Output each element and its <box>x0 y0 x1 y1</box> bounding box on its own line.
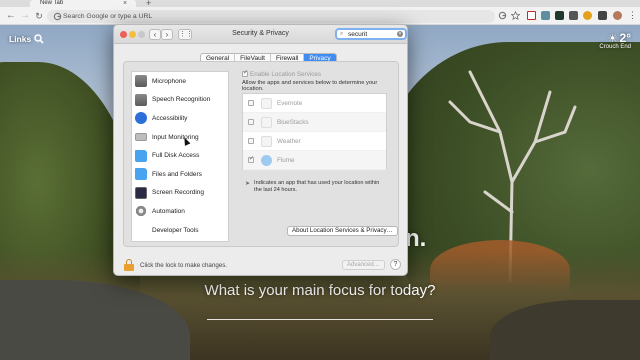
extension-red-icon[interactable] <box>527 11 536 20</box>
list-item-label: Input Monitoring <box>152 133 199 141</box>
google-g-icon[interactable] <box>498 11 507 20</box>
app-location-checkbox[interactable] <box>248 155 254 163</box>
google-g-icon <box>53 12 62 21</box>
list-item[interactable]: BlueStacks <box>243 113 386 132</box>
list-item-label: Microphone <box>152 77 186 85</box>
speech-recognition-icon <box>135 93 147 106</box>
tab-title: New Tab <box>40 0 64 6</box>
privacy-item-screen-recording[interactable]: Screen Recording <box>132 184 228 203</box>
preferences-search-field[interactable]: ⌕ × <box>335 28 407 40</box>
list-item-label: Developer Tools <box>152 226 199 234</box>
microphone-icon <box>135 75 147 88</box>
list-item[interactable]: Evernote <box>243 94 386 113</box>
flume-app-icon <box>261 154 272 166</box>
privacy-pane: Microphone Speech Recognition Accessibil… <box>123 61 399 247</box>
lock-icon[interactable] <box>124 259 134 271</box>
forward-arrow-icon[interactable]: → <box>19 10 31 22</box>
folder-icon <box>135 149 147 162</box>
privacy-category-list[interactable]: Microphone Speech Recognition Accessibil… <box>131 71 229 242</box>
extension-dark-icon[interactable] <box>555 11 564 20</box>
app-location-checkbox[interactable] <box>248 119 254 125</box>
lock-body <box>124 264 134 271</box>
app-name: Evernote <box>277 99 303 107</box>
focus-input-underline[interactable] <box>207 319 433 320</box>
keyboard-icon <box>135 133 147 142</box>
extension-orange-icon[interactable] <box>583 11 592 20</box>
about-location-services-button[interactable]: About Location Services & Privacy… <box>287 226 398 236</box>
window-footer: Click the lock to make changes. Advanced… <box>114 255 407 275</box>
more-menu-icon[interactable]: ⋮ <box>628 10 637 20</box>
app-name: Weather <box>277 137 301 145</box>
list-item-label: Full Disk Access <box>152 152 200 160</box>
app-name: Flume <box>277 156 295 164</box>
document-icon <box>261 135 272 147</box>
list-item[interactable]: Weather <box>243 132 386 151</box>
app-location-checkbox[interactable] <box>248 138 254 144</box>
location-services-panel: Enable Location Services Allow the apps … <box>242 69 398 236</box>
app-name: BlueStacks <box>277 118 309 126</box>
list-item-label: Screen Recording <box>152 189 205 197</box>
privacy-item-files-and-folders[interactable]: Files and Folders <box>132 165 228 184</box>
recent-location-text: Indicates an app that has used your loca… <box>254 180 380 193</box>
list-item-label: Automation <box>152 207 185 215</box>
recent-location-note: ➤ Indicates an app that has used your lo… <box>242 180 387 194</box>
enable-location-checkbox[interactable] <box>242 69 248 78</box>
new-tab-icon[interactable]: + <box>146 0 151 8</box>
tab-close-icon[interactable]: × <box>123 0 127 7</box>
back-arrow-icon[interactable]: ← <box>5 10 17 22</box>
lock-instruction: Click the lock to make changes. <box>140 262 228 269</box>
privacy-item-microphone[interactable]: Microphone <box>132 72 228 91</box>
extension-grey-icon[interactable] <box>569 11 578 20</box>
weather-temperature: 2° <box>619 31 631 45</box>
greeting-fragment: n. <box>405 225 427 252</box>
extension-teal-icon[interactable] <box>541 11 550 20</box>
address-bar[interactable]: Search Google or type a URL <box>47 10 495 23</box>
list-item[interactable]: Flume <box>243 151 386 170</box>
document-icon <box>261 116 272 128</box>
list-item-label: Speech Recognition <box>152 96 211 104</box>
accessibility-icon <box>135 112 147 125</box>
privacy-item-accessibility[interactable]: Accessibility <box>132 109 228 128</box>
profile-avatar[interactable] <box>613 11 622 20</box>
privacy-item-full-disk-access[interactable]: Full Disk Access <box>132 146 228 165</box>
app-location-checkbox[interactable] <box>248 100 254 106</box>
reload-icon[interactable]: ↻ <box>33 10 45 22</box>
developer-tools-icon <box>135 224 147 236</box>
help-button[interactable]: ? <box>390 259 401 270</box>
folder-icon <box>135 168 147 181</box>
enable-location-label: Enable Location Services <box>250 71 322 78</box>
address-bar-placeholder: Search Google or type a URL <box>63 13 153 20</box>
security-privacy-window: ‹ › ⋮⋮ Security & Privacy ⌕ × General Fi… <box>113 24 408 276</box>
privacy-item-developer-tools[interactable]: Developer Tools <box>132 221 228 240</box>
window-titlebar[interactable]: ‹ › ⋮⋮ Security & Privacy ⌕ × <box>114 25 407 44</box>
clear-search-icon[interactable]: × <box>397 31 403 37</box>
focus-question: What is your main focus for today? <box>204 282 436 299</box>
search-icon: ⌕ <box>340 31 344 37</box>
gear-icon <box>135 205 147 218</box>
links-button[interactable]: Links <box>9 34 31 44</box>
preferences-search-input[interactable] <box>348 30 398 38</box>
bookmark-star-icon[interactable] <box>511 11 520 20</box>
search-icon[interactable] <box>34 34 44 44</box>
browser-tab[interactable]: New Tab <box>30 0 136 7</box>
extensions-puzzle-icon[interactable] <box>598 11 607 20</box>
location-description: Allow the apps and services below to det… <box>242 80 378 92</box>
advanced-button[interactable]: Advanced… <box>342 260 385 270</box>
privacy-item-automation[interactable]: Automation <box>132 202 228 221</box>
privacy-item-speech-recognition[interactable]: Speech Recognition <box>132 91 228 110</box>
browser-toolbar: ← → ↻ Search Google or type a URL ⋮ <box>0 7 640 25</box>
browser-tab-bar: New Tab × + <box>0 0 640 8</box>
privacy-item-input-monitoring[interactable]: Input Monitoring <box>132 128 228 147</box>
list-item-label: Files and Folders <box>152 170 202 178</box>
weather-location: Crouch End <box>599 44 631 50</box>
weather-widget[interactable]: ☀ 2° Crouch End <box>599 31 631 50</box>
document-icon <box>261 97 272 109</box>
list-item-label: Accessibility <box>152 114 188 122</box>
location-apps-list[interactable]: Evernote BlueStacks Weather Flume <box>242 93 387 170</box>
screen-recording-icon <box>135 186 147 199</box>
location-arrow-icon: ➤ <box>245 181 251 187</box>
